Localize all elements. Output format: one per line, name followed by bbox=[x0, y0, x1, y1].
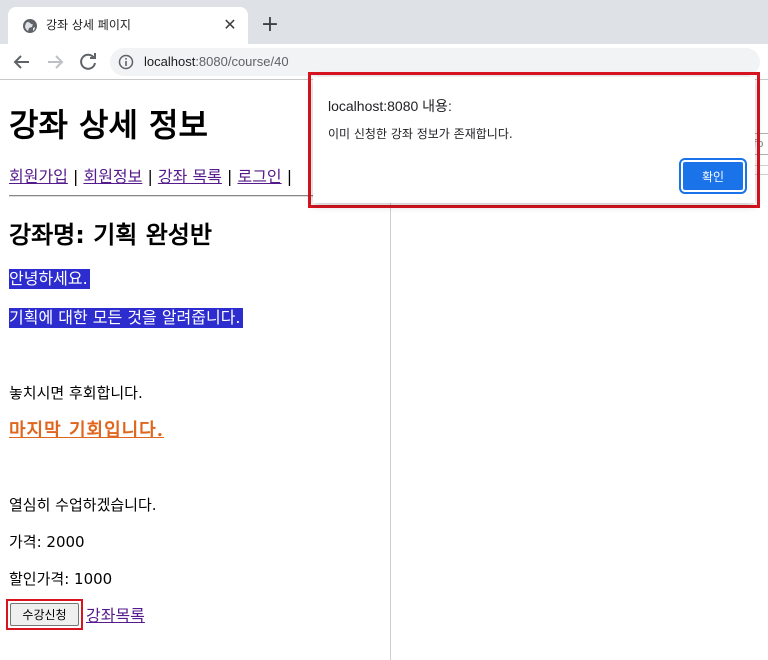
url-host: localhost bbox=[144, 54, 196, 69]
alert-title: localhost:8080 내용: bbox=[328, 98, 452, 114]
new-tab-button[interactable]: + bbox=[258, 13, 282, 37]
url-path: :8080/course/40 bbox=[195, 54, 289, 69]
tab-title: 강좌 상세 페이지 bbox=[46, 18, 131, 32]
course-price: 가격: 2000 bbox=[9, 533, 85, 551]
reload-icon[interactable] bbox=[76, 50, 100, 74]
info-icon[interactable] bbox=[118, 54, 134, 70]
nav-separator: | bbox=[147, 167, 153, 186]
alert-message: 이미 신청한 강좌 정보가 존재합니다. bbox=[328, 127, 513, 141]
nav-separator: | bbox=[227, 167, 233, 186]
enroll-highlight-box: 수강신청 bbox=[6, 599, 83, 630]
tab-strip: 강좌 상세 페이지 ✕ + bbox=[0, 0, 768, 44]
course-text-miss: 놓치시면 후회합니다. bbox=[9, 384, 143, 402]
nav-link-course-list[interactable]: 강좌 목록 bbox=[158, 167, 222, 186]
globe-icon bbox=[23, 19, 37, 33]
alert-highlight-box: localhost:8080 내용: 이미 신청한 강좌 정보가 존재합니다. … bbox=[308, 72, 760, 208]
alert-ok-button[interactable]: 확인 bbox=[679, 158, 747, 194]
nav-link-signup[interactable]: 회원가입 bbox=[9, 167, 68, 186]
course-highlight-description: 기획에 대한 모든 것을 알려줍니다. bbox=[9, 308, 243, 328]
nav-link-login[interactable]: 로그인 bbox=[237, 167, 281, 186]
arrow-right-icon[interactable] bbox=[43, 50, 67, 74]
nav-separator: | bbox=[286, 167, 293, 186]
course-name: 강좌명: 기획 완성반 bbox=[9, 221, 212, 249]
course-list-link[interactable]: 강좌목록 bbox=[86, 606, 145, 626]
arrow-left-icon[interactable] bbox=[10, 50, 34, 74]
page-title: 강좌 상세 정보 bbox=[9, 106, 208, 144]
course-text-last-chance: 마지막 기회입니다. bbox=[9, 420, 165, 441]
course-discount-price: 할인가격: 1000 bbox=[9, 570, 113, 588]
nav-separator: | bbox=[72, 167, 79, 186]
enroll-button[interactable]: 수강신청 bbox=[10, 603, 79, 626]
browser-tab[interactable]: 강좌 상세 페이지 ✕ bbox=[8, 7, 248, 44]
close-icon[interactable]: ✕ bbox=[220, 15, 240, 35]
nav-link-member-info[interactable]: 회원정보 bbox=[83, 167, 142, 186]
top-nav: 회원가입 | 회원정보 | 강좌 목록 | 로그인 | bbox=[9, 167, 292, 187]
course-text-study: 열심히 수업하겠습니다. bbox=[9, 496, 157, 514]
course-highlight-greeting: 안녕하세요. bbox=[9, 269, 90, 289]
alert-dialog: localhost:8080 내용: 이미 신청한 강좌 정보가 존재합니다. … bbox=[313, 77, 755, 203]
url-text: localhost:8080/course/40 bbox=[144, 54, 289, 70]
